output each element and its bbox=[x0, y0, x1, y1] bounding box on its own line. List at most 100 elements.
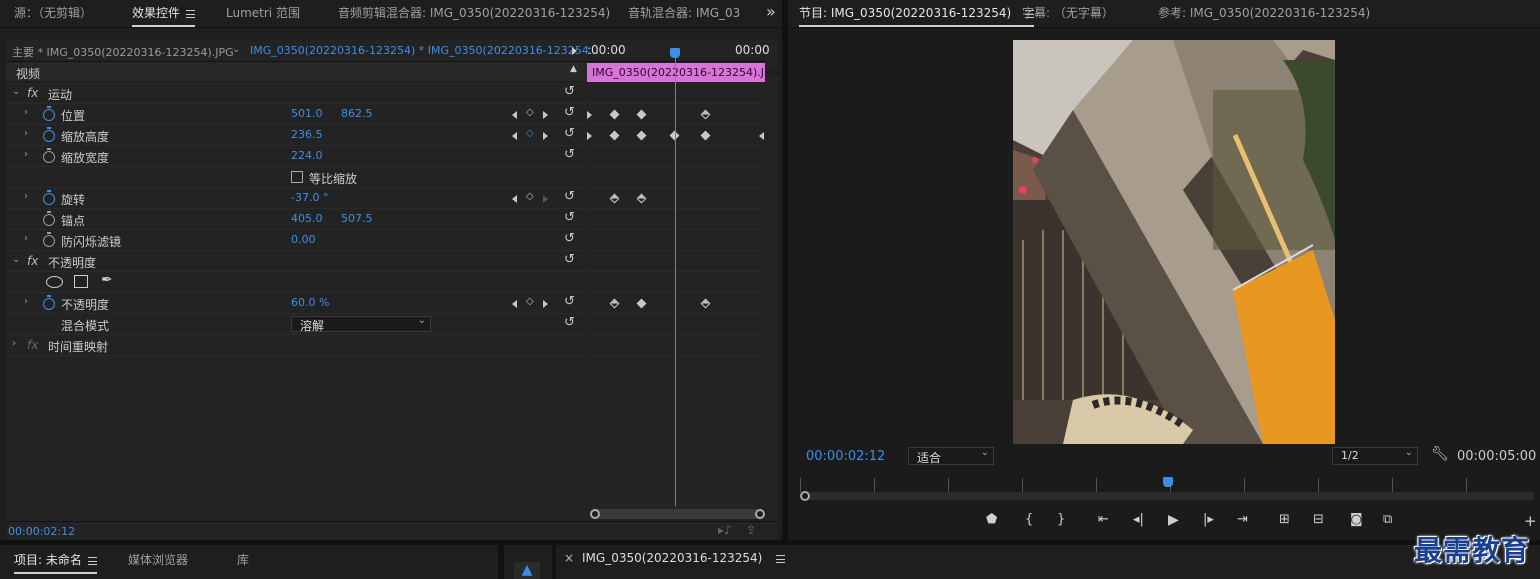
program-scrub-bar[interactable] bbox=[804, 492, 1534, 500]
tab-source[interactable]: 源：（无剪辑） bbox=[14, 4, 92, 21]
chevron-right-icon[interactable]: › bbox=[24, 233, 28, 244]
go-to-out-icon[interactable]: ⇥ bbox=[1237, 512, 1248, 527]
program-playhead[interactable] bbox=[1163, 477, 1173, 487]
camera-icon[interactable]: ◙ bbox=[1350, 512, 1363, 527]
chevron-down-icon[interactable]: ⌄ bbox=[12, 86, 20, 97]
ellipse-mask-icon[interactable] bbox=[46, 276, 63, 288]
position-x[interactable]: 501.0 bbox=[291, 107, 323, 120]
chevron-right-icon[interactable]: › bbox=[24, 128, 28, 139]
stopwatch-icon[interactable] bbox=[43, 295, 55, 310]
anchor-y[interactable]: 507.5 bbox=[341, 212, 373, 225]
next-keyframe-icon[interactable] bbox=[543, 300, 548, 308]
compare-icon[interactable]: ⧉ bbox=[1383, 512, 1392, 527]
time-remap-row[interactable]: › fx 时间重映射 bbox=[8, 335, 586, 356]
add-keyframe-icon[interactable]: ◇ bbox=[526, 107, 534, 118]
fit-select[interactable]: 适合 ⌄ bbox=[908, 447, 994, 465]
tab-audio-clip-mixer[interactable]: 音频剪辑混合器: IMG_0350(20220316-123254) bbox=[338, 4, 610, 21]
add-keyframe-icon[interactable]: ◇ bbox=[526, 191, 534, 202]
collapse-up-icon[interactable]: ▲ bbox=[570, 64, 577, 74]
uniform-scale-checkbox[interactable] bbox=[291, 171, 303, 183]
tab-captions[interactable]: 字幕: （无字幕） bbox=[1022, 4, 1114, 21]
mark-out-icon[interactable]: } bbox=[1057, 512, 1065, 527]
add-button-icon[interactable]: + bbox=[1524, 512, 1537, 530]
tab-lumetri[interactable]: Lumetri 范围 bbox=[226, 4, 300, 21]
ec-zoom-scrollbar[interactable] bbox=[590, 509, 765, 519]
lift-icon[interactable]: ⊞ bbox=[1279, 512, 1290, 527]
position-y[interactable]: 862.5 bbox=[341, 107, 373, 120]
keyframe-marker[interactable] bbox=[587, 132, 592, 140]
rectangle-mask-icon[interactable] bbox=[74, 275, 88, 288]
tabs-overflow-icon[interactable]: » bbox=[766, 2, 776, 21]
chevron-right-icon[interactable]: › bbox=[24, 296, 28, 307]
tab-audio-track-mixer[interactable]: 音轨混合器: IMG_03 bbox=[628, 4, 740, 21]
stopwatch-icon[interactable] bbox=[43, 232, 55, 247]
clip-selector[interactable]: IMG_0350(20220316-123254) * IMG_0350(202… bbox=[250, 44, 599, 57]
anchor-x[interactable]: 405.0 bbox=[291, 212, 323, 225]
prev-keyframe-icon[interactable] bbox=[512, 300, 517, 308]
mark-in-icon[interactable]: { bbox=[1025, 512, 1033, 527]
step-forward-icon[interactable]: |▸ bbox=[1203, 512, 1214, 527]
tab-media-browser[interactable]: 媒体浏览器 bbox=[128, 551, 188, 568]
anti-flicker-value[interactable]: 0.00 bbox=[291, 233, 316, 246]
reset-icon[interactable]: ↺ bbox=[564, 84, 575, 99]
next-keyframe-icon[interactable] bbox=[543, 195, 548, 203]
reset-icon[interactable]: ↺ bbox=[564, 315, 575, 330]
resolution-select[interactable]: 1/2 ⌄ bbox=[1332, 447, 1418, 465]
reset-icon[interactable]: ↺ bbox=[564, 252, 575, 267]
keyframe-marker[interactable] bbox=[759, 132, 764, 140]
panel-menu-icon[interactable] bbox=[87, 556, 97, 565]
scroll-handle-right[interactable] bbox=[755, 509, 765, 519]
opacity-section-row[interactable]: ⌄ fx 不透明度 ↺ bbox=[8, 251, 586, 272]
add-marker-icon[interactable]: ⬟ bbox=[986, 512, 997, 527]
tab-library[interactable]: 库 bbox=[237, 551, 249, 568]
tab-program[interactable]: 节目: IMG_0350(20220316-123254) bbox=[799, 4, 1035, 27]
pen-mask-icon[interactable]: ✒ bbox=[101, 272, 113, 288]
fx-icon[interactable]: fx bbox=[27, 86, 38, 100]
scale-height-value[interactable]: 236.5 bbox=[291, 128, 323, 141]
rotation-value[interactable]: -37.0 ° bbox=[291, 191, 328, 204]
reset-icon[interactable]: ↺ bbox=[564, 231, 575, 246]
chevron-down-icon[interactable]: ⌄ bbox=[12, 254, 20, 265]
next-keyframe-icon[interactable] bbox=[543, 111, 548, 119]
tab-effect-controls[interactable]: 效果控件 bbox=[132, 4, 196, 27]
export-icon[interactable]: ⇪ bbox=[746, 523, 756, 537]
add-keyframe-icon[interactable]: ◇ bbox=[526, 128, 534, 139]
program-scrub-start[interactable] bbox=[800, 491, 810, 501]
master-clip-label[interactable]: 主要 * IMG_0350(20220316-123254).JPG bbox=[12, 44, 234, 60]
close-icon[interactable]: × bbox=[564, 551, 574, 565]
reset-icon[interactable]: ↺ bbox=[564, 147, 575, 162]
panel-menu-icon[interactable] bbox=[776, 554, 786, 563]
step-back-icon[interactable]: ◂| bbox=[1133, 512, 1144, 527]
clip-bar[interactable]: IMG_0350(20220316-123254).JPG bbox=[587, 63, 779, 82]
audio-filter-icon[interactable]: ▸♪ bbox=[718, 523, 732, 537]
go-to-in-icon[interactable]: ⇤ bbox=[1098, 512, 1109, 527]
stopwatch-icon[interactable] bbox=[43, 148, 55, 163]
reset-icon[interactable]: ↺ bbox=[564, 126, 575, 141]
reset-icon[interactable]: ↺ bbox=[564, 105, 575, 120]
opacity-value[interactable]: 60.0 % bbox=[291, 296, 329, 309]
ec-current-time[interactable]: 00:00:02:12 bbox=[8, 525, 75, 538]
chevron-right-icon[interactable]: › bbox=[12, 338, 16, 349]
reset-icon[interactable]: ↺ bbox=[564, 294, 575, 309]
chevron-down-icon[interactable]: ⌄ bbox=[232, 44, 240, 55]
keyframe-marker[interactable] bbox=[587, 111, 592, 119]
chevron-right-icon[interactable]: › bbox=[24, 107, 28, 118]
add-keyframe-icon[interactable]: ◇ bbox=[526, 296, 534, 307]
play-icon[interactable]: ▶ bbox=[1168, 512, 1179, 528]
stopwatch-icon[interactable] bbox=[43, 211, 55, 226]
extract-icon[interactable]: ⊟ bbox=[1313, 512, 1324, 527]
motion-row[interactable]: ⌄ fx 运动 ↺ bbox=[8, 83, 586, 104]
selection-tool-icon[interactable]: ▲ bbox=[514, 562, 540, 579]
stopwatch-icon[interactable] bbox=[43, 190, 55, 205]
playhead-line[interactable] bbox=[675, 56, 676, 506]
wrench-icon[interactable]: 🔧︎ bbox=[1431, 446, 1449, 462]
tab-reference[interactable]: 参考: IMG_0350(20220316-123254) bbox=[1158, 4, 1370, 21]
stopwatch-icon[interactable] bbox=[43, 106, 55, 121]
chevron-right-icon[interactable]: › bbox=[24, 191, 28, 202]
tab-sequence[interactable]: IMG_0350(20220316-123254) bbox=[582, 551, 786, 565]
blend-mode-select[interactable]: 溶解 ⌄ bbox=[291, 315, 431, 333]
stopwatch-icon[interactable] bbox=[43, 127, 55, 142]
prev-keyframe-icon[interactable] bbox=[512, 132, 517, 140]
program-preview-image[interactable] bbox=[1013, 40, 1335, 444]
prev-keyframe-icon[interactable] bbox=[512, 195, 517, 203]
